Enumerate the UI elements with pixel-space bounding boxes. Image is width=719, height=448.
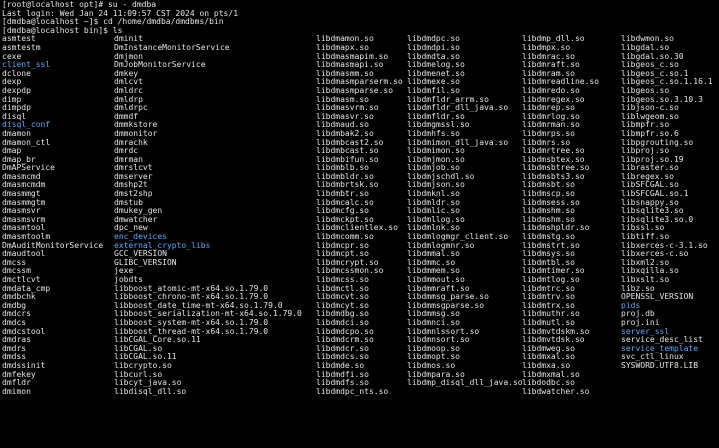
ls-column-2: dminit DmInstanceMonitorService dmjmon DmJo… [114, 35, 302, 396]
ls-column-1: asmtest asmtestm cexe client_ssl dclone dexp d… [2, 35, 103, 396]
terminal-window[interactable]: [root@localhost opt]# su - dmdba Last lo… [0, 0, 719, 448]
file-entry: dmimon [2, 386, 31, 396]
ls-column-4: libdmdpc.so libdmdpi.so libdmdta.so libdmel… [407, 35, 523, 387]
file-entry: DmJobMonitorService [114, 60, 206, 70]
ls-column-5: libdmp_dll.so libdmpx.so libdmrac.so libdmr… [522, 35, 599, 396]
file-entry: libdisql_dll.so [114, 386, 187, 396]
ls-output-listing: asmtest asmtestm cexe client_ssl dclone dexp d… [2, 35, 719, 445]
file-entry: dmldrpc [114, 103, 148, 113]
ls-column-6: libdwmon.so libgdal.so libgdal.so.30 libgeo… [621, 35, 713, 370]
file-entry: GLIBC_VERSION [114, 257, 177, 267]
file-entry: dmrachk [114, 137, 148, 147]
file-entry: libdwatcher.so [522, 386, 590, 396]
file-entry: libdmp_disql_dll_java.so [407, 378, 523, 388]
file-entry: libdmdpc_nts.so [316, 386, 389, 396]
file-entry: SYSWORD.UTF8.LIB [621, 360, 699, 370]
ls-column-3: libdmamon.so libdmapx.so libdmasmapim.so li… [316, 35, 403, 396]
